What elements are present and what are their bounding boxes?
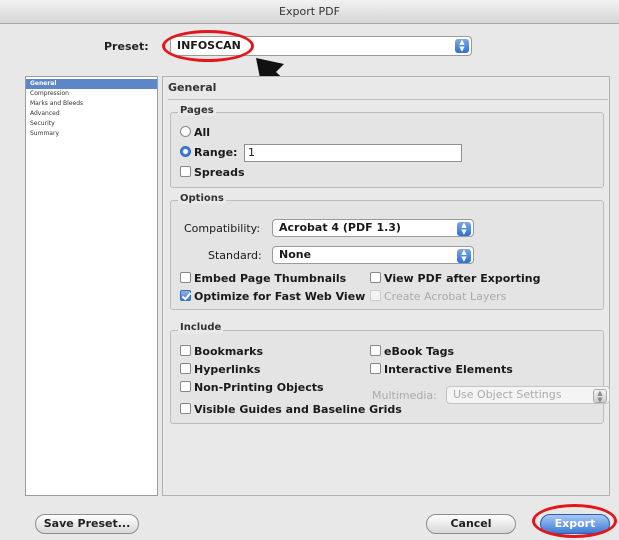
optimize-web-checkbox[interactable]: Optimize for Fast Web View <box>180 290 365 303</box>
range-input[interactable]: 1 <box>244 144 462 162</box>
view-pdf-checkbox[interactable]: View PDF after Exporting <box>370 272 540 285</box>
pages-all-radio[interactable]: All <box>180 126 210 139</box>
ebook-tags-checkbox[interactable]: eBook Tags <box>370 345 454 358</box>
pages-range-label: Range: <box>194 146 238 159</box>
standard-value: None <box>279 248 312 261</box>
interactive-elements-checkbox[interactable]: Interactive Elements <box>370 363 513 376</box>
visible-guides-label: Visible Guides and Baseline Grids <box>194 403 402 416</box>
visible-guides-checkbox[interactable]: Visible Guides and Baseline Grids <box>180 403 402 416</box>
category-list: General Compression Marks and Bleeds Adv… <box>25 76 158 496</box>
cancel-button[interactable]: Cancel <box>426 514 516 534</box>
radio-icon <box>180 126 191 137</box>
panel-title: General <box>168 78 608 100</box>
pages-range-radio[interactable]: Range: <box>180 146 237 159</box>
multimedia-label: Multimedia: <box>372 389 437 402</box>
hyperlinks-checkbox[interactable]: Hyperlinks <box>180 363 260 376</box>
multimedia-select: Use Object Settings ▲ ▼ <box>446 386 610 404</box>
compatibility-value: Acrobat 4 (PDF 1.3) <box>279 221 401 234</box>
create-layers-checkbox: Create Acrobat Layers <box>370 290 506 303</box>
preset-label: Preset: <box>104 40 149 53</box>
select-stepper-icon: ▲ ▼ <box>457 249 471 263</box>
spreads-label: Spreads <box>194 166 245 179</box>
sidebar-item-security[interactable]: Security <box>26 119 157 129</box>
spreads-checkbox[interactable]: Spreads <box>180 166 245 179</box>
checkbox-icon <box>180 345 191 356</box>
non-printing-checkbox[interactable]: Non-Printing Objects <box>180 381 324 394</box>
export-pdf-dialog: Export PDF Preset: INFOSCAN ▲ ▼ General C… <box>0 0 619 540</box>
sidebar-item-marks-and-bleeds[interactable]: Marks and Bleeds <box>26 99 157 109</box>
bookmarks-label: Bookmarks <box>194 345 263 358</box>
view-pdf-label: View PDF after Exporting <box>384 272 541 285</box>
interactive-elements-label: Interactive Elements <box>384 363 513 376</box>
compatibility-select[interactable]: Acrobat 4 (PDF 1.3) ▲ ▼ <box>272 219 474 237</box>
checkbox-checked-icon <box>180 290 191 301</box>
sidebar-item-general[interactable]: General <box>26 79 157 89</box>
pages-group-title: Pages <box>178 105 216 116</box>
embed-thumbnails-label: Embed Page Thumbnails <box>194 272 347 285</box>
checkbox-icon <box>370 272 381 283</box>
sidebar-item-compression[interactable]: Compression <box>26 89 157 99</box>
options-group-title: Options <box>178 193 226 204</box>
embed-thumbnails-checkbox[interactable]: Embed Page Thumbnails <box>180 272 346 285</box>
checkbox-icon <box>180 166 191 177</box>
checkbox-icon <box>180 363 191 374</box>
ebook-tags-label: eBook Tags <box>384 345 455 358</box>
create-layers-label: Create Acrobat Layers <box>384 290 507 303</box>
standard-label: Standard: <box>208 249 262 262</box>
select-stepper-icon: ▲ ▼ <box>593 389 607 404</box>
standard-select[interactable]: None ▲ ▼ <box>272 246 474 264</box>
pages-all-label: All <box>194 126 211 139</box>
select-stepper-icon: ▲ ▼ <box>455 39 469 53</box>
radio-selected-icon <box>180 146 191 157</box>
sidebar-item-advanced[interactable]: Advanced <box>26 109 157 119</box>
multimedia-value: Use Object Settings <box>453 388 562 401</box>
non-printing-label: Non-Printing Objects <box>194 381 324 394</box>
checkbox-icon <box>370 290 381 301</box>
checkbox-icon <box>180 272 191 283</box>
checkbox-icon <box>180 403 191 414</box>
hyperlinks-label: Hyperlinks <box>194 363 261 376</box>
select-stepper-icon: ▲ ▼ <box>457 222 471 236</box>
checkbox-icon <box>180 381 191 392</box>
sidebar-item-summary[interactable]: Summary <box>26 129 157 139</box>
annotation-circle-preset <box>162 30 254 62</box>
window-title: Export PDF <box>0 0 619 24</box>
save-preset-button[interactable]: Save Preset... <box>35 514 139 534</box>
compatibility-label: Compatibility: <box>184 222 261 235</box>
checkbox-icon <box>370 363 381 374</box>
annotation-circle-export <box>532 504 617 538</box>
optimize-web-label: Optimize for Fast Web View <box>194 290 366 303</box>
checkbox-icon <box>370 345 381 356</box>
bookmarks-checkbox[interactable]: Bookmarks <box>180 345 263 358</box>
include-group-title: Include <box>178 322 224 333</box>
